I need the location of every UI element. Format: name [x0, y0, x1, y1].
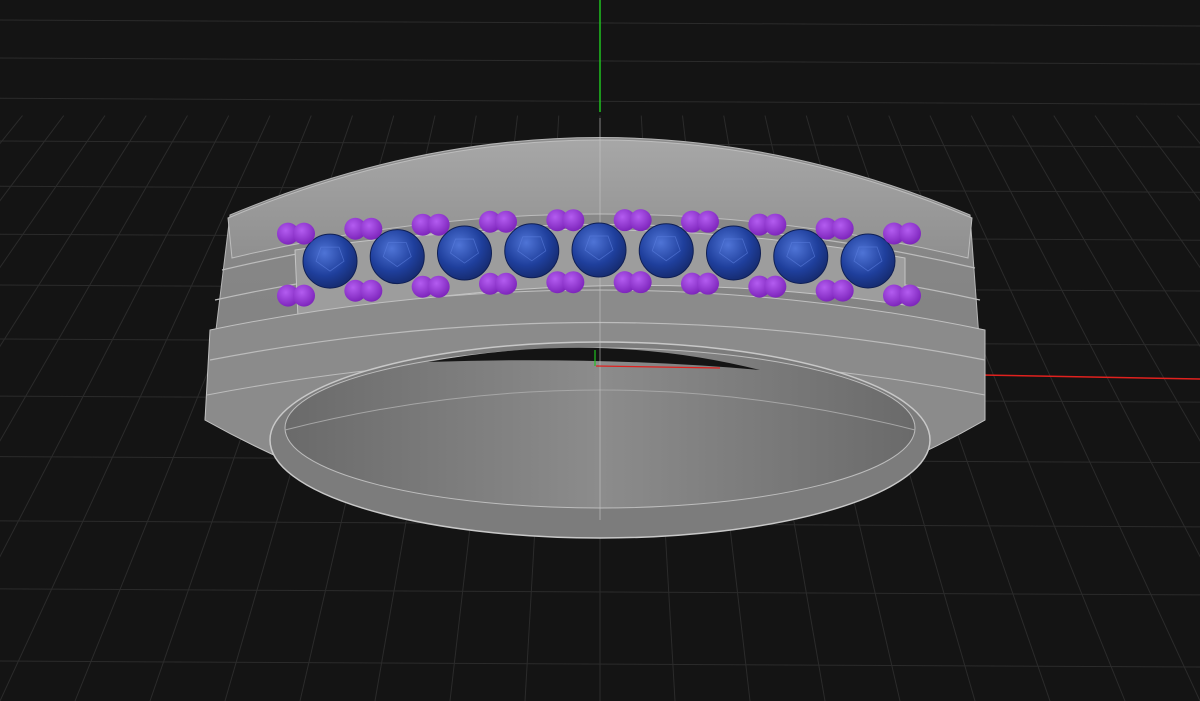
grid-line — [1135, 115, 1200, 202]
prong — [831, 217, 854, 240]
prong — [831, 279, 854, 302]
prong — [562, 209, 585, 232]
gemstone[interactable] — [638, 223, 694, 279]
ring-model[interactable] — [204, 118, 986, 539]
gemstone[interactable] — [840, 233, 896, 289]
grid-line — [0, 115, 106, 269]
gemstone[interactable] — [571, 222, 627, 278]
gemstone[interactable] — [504, 223, 560, 279]
prong — [629, 271, 652, 294]
gemstone[interactable] — [706, 225, 761, 281]
prong — [360, 279, 383, 302]
prong — [899, 222, 921, 245]
x-axis-line — [979, 374, 1200, 380]
viewport-canvas[interactable] — [0, 0, 1200, 701]
grid-line — [0, 115, 188, 442]
grid-line — [0, 115, 147, 348]
prong — [495, 210, 517, 233]
prong — [562, 271, 585, 294]
prong — [495, 272, 517, 295]
grid-line — [0, 115, 230, 558]
grid-line — [1012, 115, 1200, 442]
gemstone[interactable] — [369, 229, 425, 285]
prong — [697, 272, 719, 295]
gemstone[interactable] — [302, 233, 358, 289]
prong — [360, 217, 383, 240]
prong — [427, 213, 450, 236]
grid-line — [970, 115, 1200, 558]
prong — [629, 209, 652, 232]
grid-line — [1094, 115, 1200, 269]
prong — [764, 213, 787, 236]
prong — [293, 284, 315, 307]
prong — [764, 275, 787, 298]
3d-viewport[interactable] — [0, 0, 1200, 701]
prong — [293, 222, 315, 245]
grid-line — [0, 115, 65, 202]
prong — [427, 275, 450, 298]
gemstone[interactable] — [773, 228, 829, 284]
prong — [899, 284, 921, 307]
gemstone[interactable] — [437, 225, 492, 281]
prong — [697, 210, 719, 233]
grid-line — [1053, 115, 1200, 348]
